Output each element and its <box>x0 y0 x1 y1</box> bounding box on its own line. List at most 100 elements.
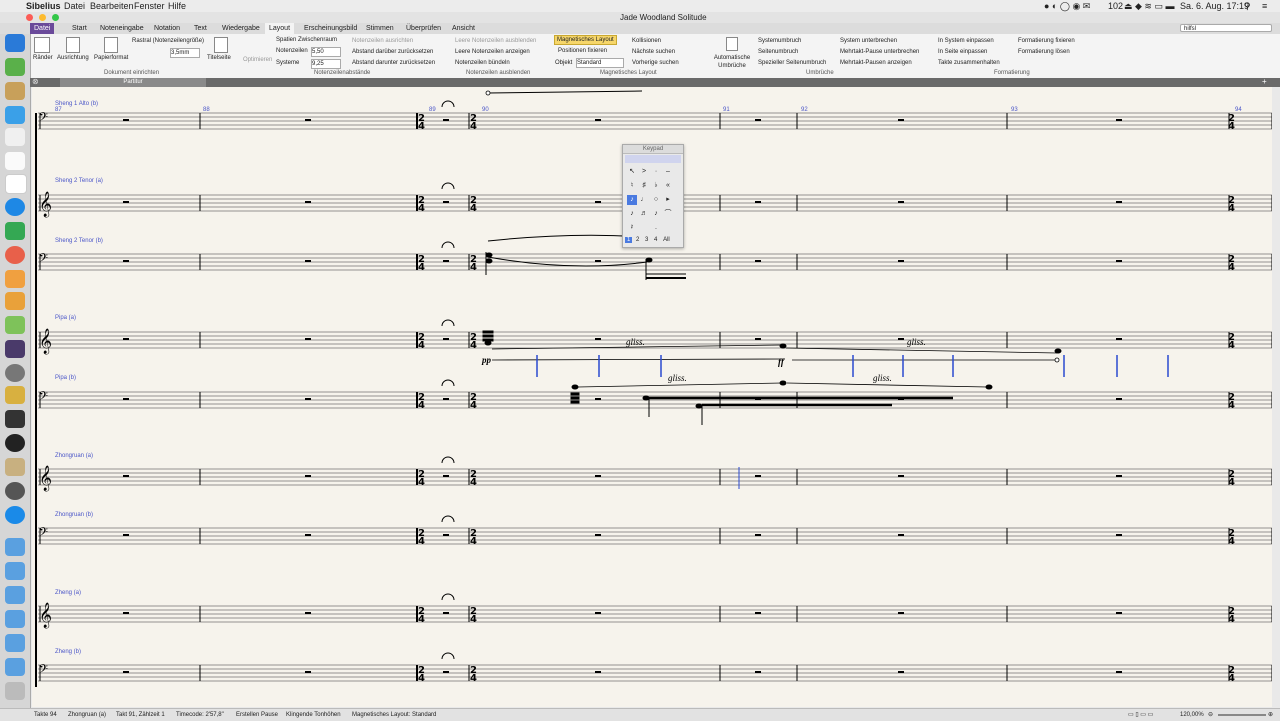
spotlight-icon[interactable]: ⚲ <box>1244 0 1251 12</box>
keep-bars-together-button[interactable]: Takte zusammenhalten <box>938 59 1000 67</box>
keypad-key[interactable]: ▸ <box>663 195 673 205</box>
folder-icon[interactable] <box>5 586 25 604</box>
keypad-key[interactable]: ○ <box>651 195 661 205</box>
tab-layout[interactable]: Layout <box>265 23 295 34</box>
instrument-name[interactable]: Sheng 2 Tenor (b) <box>55 238 103 244</box>
reset-space-above-button[interactable]: Abstand darüber zurücksetzen <box>352 48 433 56</box>
search-input[interactable]: hilfsl <box>1180 24 1272 32</box>
paper-size-button[interactable]: Papierformat <box>94 54 128 62</box>
keypad-layout-all[interactable]: All <box>661 237 672 243</box>
keypad-key[interactable]: 𝄽 <box>627 223 637 233</box>
rastral-select[interactable]: 3,5mm <box>170 48 200 58</box>
keypad-title[interactable]: Keypad <box>623 145 683 154</box>
find-previous-button[interactable]: Vorherige suchen <box>632 59 679 67</box>
finder-icon[interactable] <box>5 34 25 52</box>
fit-page-button[interactable]: In Seite einpassen <box>938 48 987 56</box>
align-staves-button[interactable]: Notenzeilen ausrichten <box>352 37 413 45</box>
fix-positions-button[interactable]: Positionen fixieren <box>558 47 607 55</box>
keypad-key[interactable]: ♩ <box>639 195 649 205</box>
systems-spacing-input[interactable]: 9,25 <box>311 59 341 69</box>
tab-partitur[interactable]: Partitur <box>60 78 206 87</box>
clock-app-icon[interactable] <box>5 482 25 500</box>
zoom-window-icon[interactable] <box>52 14 59 21</box>
status-icons[interactable]: ● ◐ ◯ ◉ ✉ <box>1044 0 1090 12</box>
folder-icon[interactable] <box>5 538 25 556</box>
show-multirests-button[interactable]: Mehrtakt-Pausen anzeigen <box>840 59 912 67</box>
tab-stimmen[interactable]: Stimmen <box>362 23 398 34</box>
minimize-window-icon[interactable] <box>39 14 46 21</box>
system-break-button[interactable]: Systemumbruch <box>758 37 801 45</box>
tab-erscheinungsbild[interactable]: Erscheinungsbild <box>300 23 361 34</box>
keypad-mode-row[interactable] <box>625 155 681 163</box>
keypad-key[interactable]: ♪ <box>651 209 661 219</box>
image-capture-icon[interactable] <box>5 340 25 358</box>
messages-icon[interactable] <box>5 106 25 124</box>
reminders-icon[interactable] <box>5 128 25 146</box>
itunes-icon[interactable] <box>5 410 25 428</box>
instrument-name[interactable]: Zhongruan (a) <box>55 453 93 459</box>
sibelius-icon[interactable] <box>5 434 25 452</box>
reset-space-below-button[interactable]: Abstand darunter zurücksetzen <box>352 59 435 67</box>
keypad-key[interactable]: ♬ <box>639 209 649 219</box>
facetime-icon[interactable] <box>5 58 25 76</box>
page-break-button[interactable]: Seitenumbruch <box>758 48 798 56</box>
tab-notation[interactable]: Notation <box>150 23 184 34</box>
hide-empty-staves-button[interactable]: Leere Notenzeilen ausblenden <box>455 37 536 45</box>
tab-wiedergabe[interactable]: Wiedergabe <box>218 23 264 34</box>
app-menu[interactable]: Sibelius <box>26 0 61 12</box>
system-prefs-icon[interactable] <box>5 364 25 382</box>
object-select[interactable]: Standard <box>576 58 624 68</box>
view-mode-icons[interactable]: ▭ ▯ ▭ ▭ <box>1128 709 1153 721</box>
lock-format-button[interactable]: Formatierung fixieren <box>1018 37 1075 45</box>
keypad-layout-2[interactable]: 2 <box>634 237 641 243</box>
orientation-button[interactable]: Ausrichtung <box>57 54 89 62</box>
keypad-layout-1[interactable]: 1 <box>625 237 633 243</box>
keypad-key[interactable]: ♭ <box>651 181 661 191</box>
close-tab-icon[interactable]: ⊗ <box>32 77 39 86</box>
notation-bar-90-93[interactable] <box>482 90 1169 489</box>
auto-breaks-icon[interactable] <box>726 37 738 51</box>
margins-button[interactable]: Ränder <box>33 54 53 62</box>
photos-icon[interactable] <box>5 246 25 264</box>
contacts-icon[interactable] <box>5 152 25 170</box>
app-store-icon[interactable] <box>5 506 25 524</box>
instrument-name[interactable]: Sheng 2 Tenor (a) <box>55 178 103 184</box>
books-icon[interactable] <box>5 270 25 288</box>
tab-text[interactable]: Text <box>190 23 211 34</box>
safari-icon[interactable] <box>5 198 25 216</box>
magnetic-layout-toggle[interactable]: Magnetisches Layout <box>554 35 617 45</box>
pages-icon[interactable] <box>5 292 25 310</box>
tab-ueberpruefen[interactable]: Überprüfen <box>402 23 445 34</box>
tab-datei[interactable]: Datei <box>30 23 55 34</box>
folder-icon[interactable] <box>5 634 25 652</box>
keypad-panel[interactable]: Keypad ↖ > · – ♮ ♯ ♭ « ♪ ♩ ○ ▸ ♪ ♬ ♪ ⌒ 𝄽… <box>622 144 684 248</box>
drive-icon[interactable] <box>5 222 25 240</box>
title-page-button[interactable]: Titelseite <box>207 54 231 62</box>
installer-icon[interactable] <box>5 386 25 404</box>
keypad-layout-4[interactable]: 4 <box>652 237 659 243</box>
folder-icon[interactable] <box>5 658 25 676</box>
keypad-layout-3[interactable]: 3 <box>643 237 650 243</box>
trash-icon[interactable] <box>5 682 25 700</box>
staves-spacing-input[interactable]: 5,50 <box>311 47 341 57</box>
menu-bearbeiten[interactable]: Bearbeiten <box>90 0 134 12</box>
keypad-key[interactable]: « <box>663 181 673 191</box>
auto-breaks-button[interactable]: Automatische Umbrüche <box>713 54 751 70</box>
fit-system-button[interactable]: In System einpassen <box>938 37 994 45</box>
instrument-name[interactable]: Pipa (a) <box>55 315 76 321</box>
folder-icon[interactable] <box>5 610 25 628</box>
tab-start[interactable]: Start <box>68 23 91 34</box>
clock[interactable]: Sa. 6. Aug. 17:19 <box>1180 0 1249 12</box>
zoom-in-icon[interactable]: ⊕ <box>1268 709 1273 721</box>
instrument-name[interactable]: Zheng (a) <box>55 590 81 596</box>
utility-icon[interactable] <box>5 458 25 476</box>
keypad-key[interactable]: ♪ <box>627 209 637 219</box>
keypad-key[interactable]: > <box>639 167 649 177</box>
menu-hilfe[interactable]: Hilfe <box>168 0 186 12</box>
split-multirest-button[interactable]: Mehrtakt-Pause unterbrechen <box>840 48 919 56</box>
close-window-icon[interactable] <box>26 14 33 21</box>
bundle-staves-button[interactable]: Notenzeilen bündeln <box>455 59 510 67</box>
keypad-key[interactable]: – <box>663 167 673 177</box>
keypad-key[interactable]: ♯ <box>639 181 649 191</box>
menu-list-icon[interactable]: ≡ <box>1262 0 1267 12</box>
